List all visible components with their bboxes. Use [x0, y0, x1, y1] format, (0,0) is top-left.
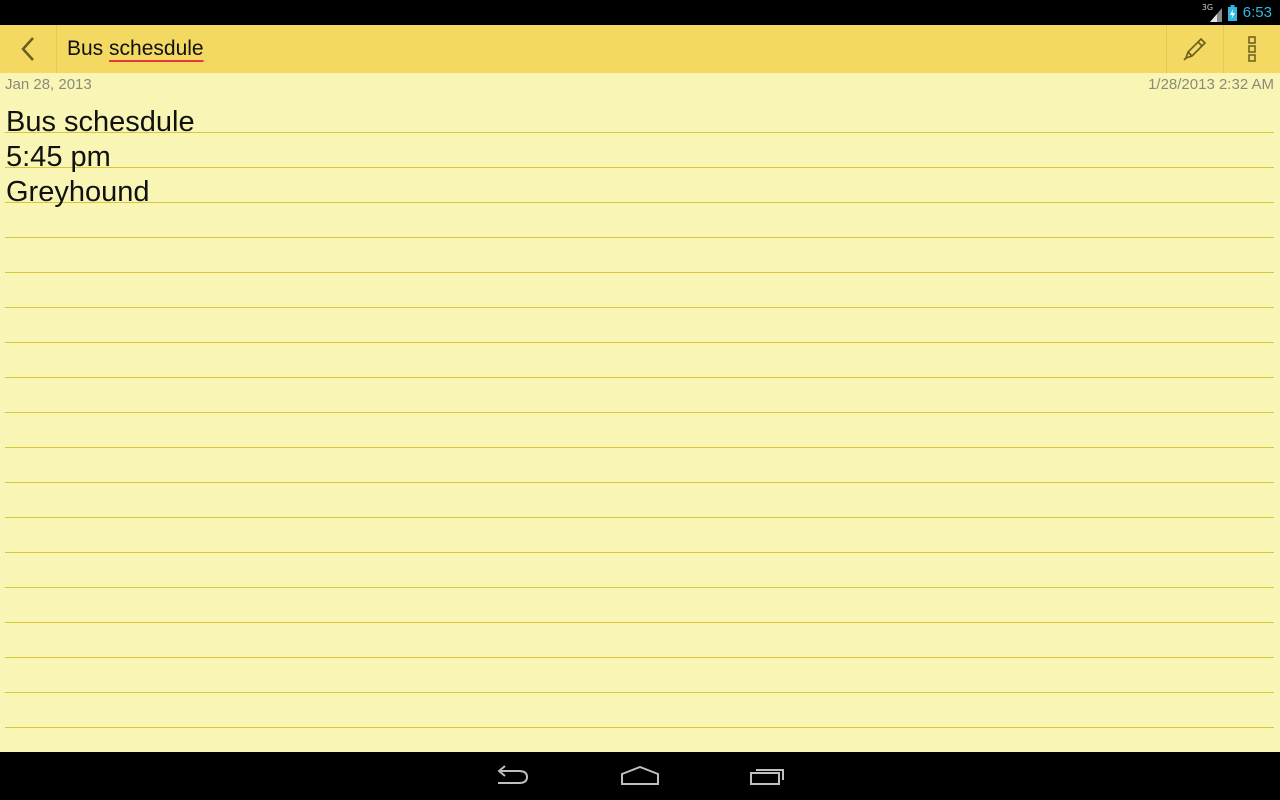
overflow-menu-icon: [1248, 36, 1256, 62]
note-title-misspelled-word: schesdule: [109, 37, 204, 60]
status-bar: 3G 6:53: [0, 0, 1280, 25]
network-type-label: 3G: [1201, 2, 1214, 12]
overflow-menu-button[interactable]: [1223, 25, 1280, 73]
note-title-word: Bus: [67, 37, 104, 60]
note-date: Jan 28, 2013: [5, 76, 92, 93]
status-time: 6:53: [1242, 4, 1272, 21]
note-line: Greyhound: [6, 176, 150, 208]
home-icon: [621, 766, 659, 785]
note-title[interactable]: Bus schesdule: [67, 37, 1166, 61]
navigation-bar: [0, 752, 1280, 800]
note-body[interactable]: Jan 28, 2013 1/28/2013 2:32 AM Bus sches…: [0, 73, 1280, 752]
battery-charging-icon: [1227, 4, 1237, 21]
back-button[interactable]: [0, 25, 57, 73]
recent-apps-icon: [750, 769, 784, 785]
back-icon: [497, 765, 529, 784]
pencil-icon: [1183, 37, 1207, 61]
note-text[interactable]: Bus schesdule 5:45 pm Greyhound: [6, 105, 1274, 210]
nav-back-button[interactable]: [483, 752, 541, 800]
note-meta-row: Jan 28, 2013 1/28/2013 2:32 AM: [5, 76, 1274, 94]
signal-icon: 3G: [1201, 2, 1222, 22]
action-bar: Bus schesdule: [0, 25, 1280, 73]
note-line: Bus schesdule: [6, 106, 195, 138]
nav-home-button[interactable]: [611, 752, 669, 800]
note-line: 5:45 pm: [6, 141, 111, 173]
back-chevron-icon: [21, 37, 34, 61]
nav-recent-apps-button[interactable]: [739, 752, 797, 800]
note-modified-time: 1/28/2013 2:32 AM: [1148, 76, 1274, 93]
edit-button[interactable]: [1166, 25, 1223, 73]
